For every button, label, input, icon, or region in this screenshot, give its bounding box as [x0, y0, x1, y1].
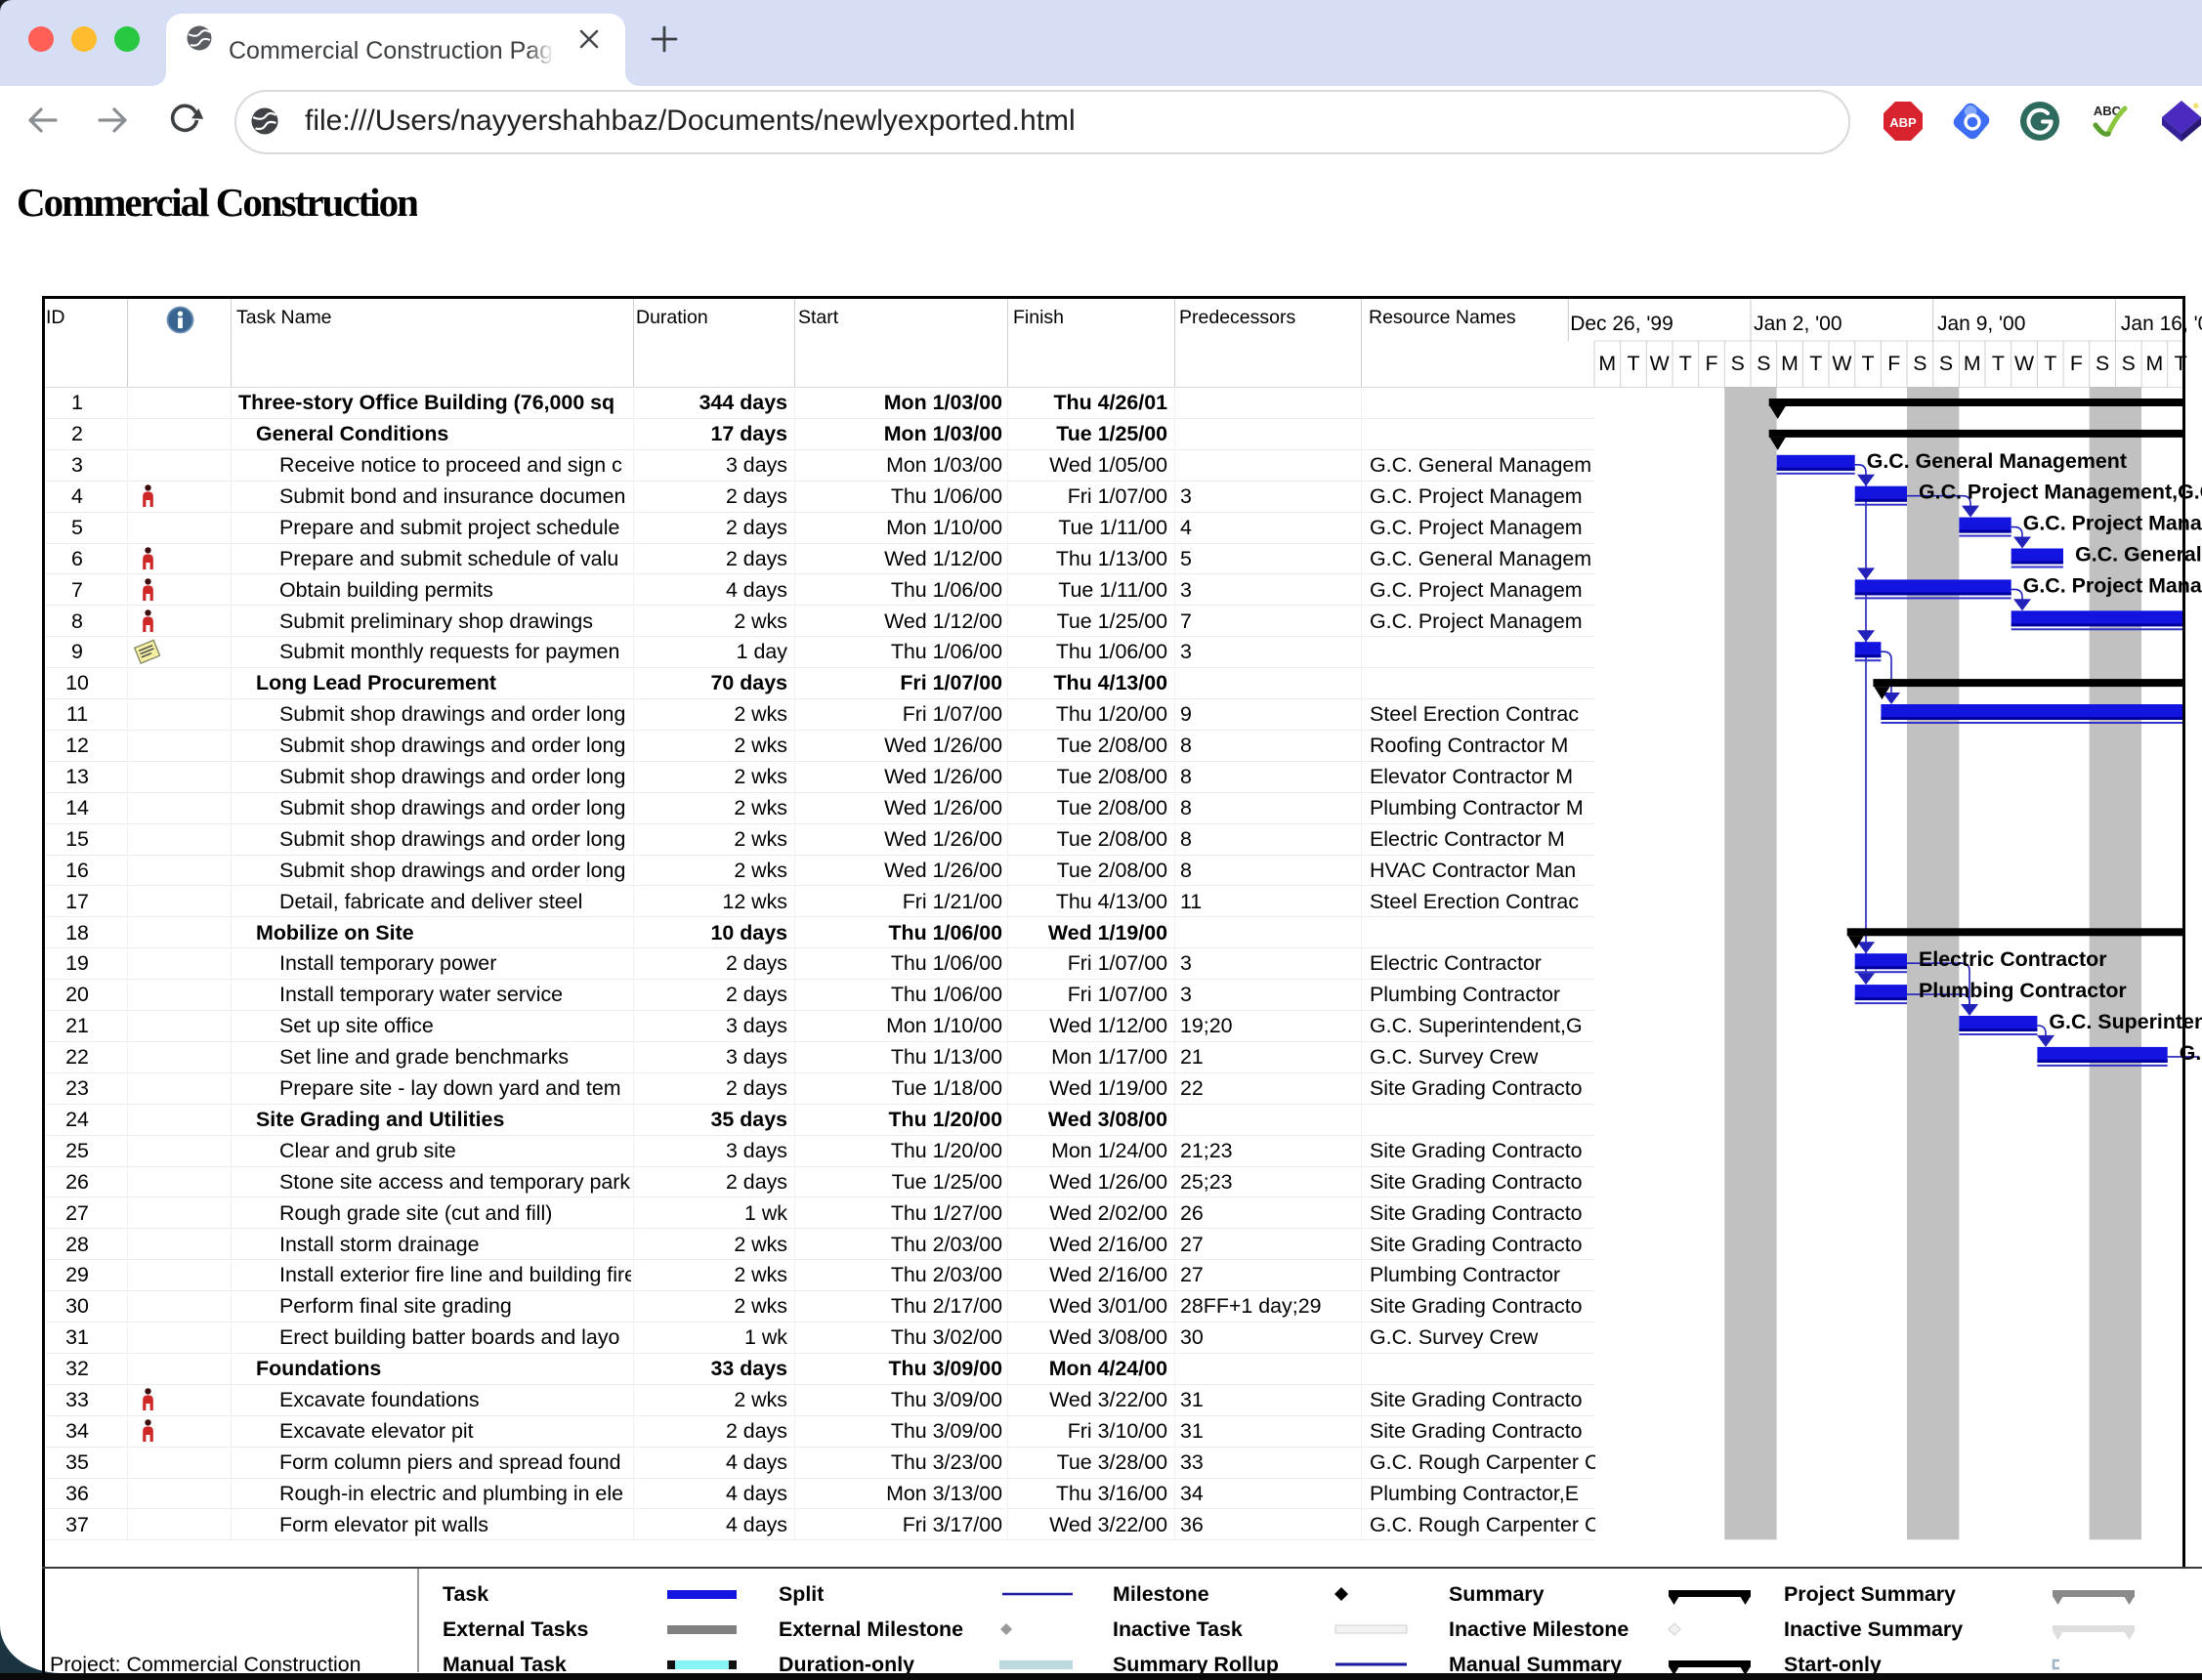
svg-text:F: F [2070, 352, 2083, 375]
svg-text:S: S [2122, 352, 2136, 375]
svg-text:T: T [1809, 352, 1822, 375]
svg-text:G.C. Project Management,G.C.: G.C. Project Management,G.C. [2023, 512, 2202, 535]
svg-text:S: S [1757, 352, 1770, 375]
svg-text:F: F [1705, 352, 1717, 375]
svg-text:S: S [1913, 352, 1927, 375]
svg-text:M: M [1598, 352, 1616, 375]
svg-text:W: W [1832, 352, 1852, 375]
svg-text:Jan 16, '00: Jan 16, '00 [2121, 313, 2202, 335]
svg-text:S: S [1731, 352, 1745, 375]
svg-text:G.C. General Management: G.C. General Management [1867, 449, 2127, 473]
svg-text:S: S [2096, 352, 2109, 375]
svg-text:T: T [1992, 352, 2005, 375]
svg-text:W: W [1650, 352, 1671, 375]
svg-text:Jan 2, '00: Jan 2, '00 [1754, 313, 1842, 335]
svg-text:M: M [1781, 352, 1799, 375]
svg-text:T: T [1627, 352, 1639, 375]
svg-text:F: F [1887, 352, 1900, 375]
svg-text:T: T [1679, 352, 1692, 375]
svg-text:T: T [2044, 352, 2056, 375]
svg-text:Electric Contractor: Electric Contractor [1919, 947, 2107, 971]
svg-text:T: T [1861, 352, 1874, 375]
svg-text:M: M [2146, 352, 2164, 375]
svg-text:M: M [1964, 352, 1981, 375]
svg-text:Jan 9, '00: Jan 9, '00 [1937, 313, 2025, 335]
svg-text:Plumbing Contractor: Plumbing Contractor [1919, 979, 2127, 1002]
svg-text:S: S [1939, 352, 1953, 375]
svg-text:W: W [2014, 352, 2035, 375]
svg-text:Dec 26, '99: Dec 26, '99 [1570, 313, 1673, 335]
svg-text:G.C. Superintendent,G.C.: G.C. Superintendent,G.C. [2049, 1010, 2202, 1033]
svg-text:ABP: ABP [1889, 115, 1917, 130]
svg-text:G.C. Project Management,G.C. G: G.C. Project Management,G.C. General Man… [1919, 481, 2202, 504]
svg-text:G.C. Project Management,G: G.C. Project Management,G [2023, 573, 2202, 597]
